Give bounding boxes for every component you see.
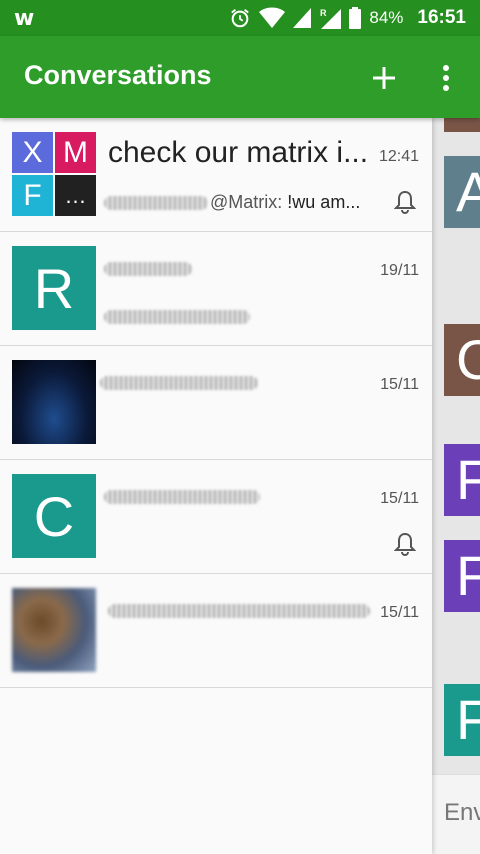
page-title: Conversations xyxy=(24,60,212,90)
avatar-letter: C xyxy=(456,328,480,391)
blurred-sender xyxy=(104,196,208,210)
avatar: A xyxy=(444,156,480,228)
overflow-menu-button[interactable] xyxy=(426,58,466,98)
blurred-title xyxy=(104,262,192,276)
avatar: C xyxy=(444,324,480,396)
roaming-signal-icon: R xyxy=(319,7,342,29)
message-input[interactable]: Env xyxy=(432,774,480,854)
new-conversation-button[interactable] xyxy=(364,58,404,98)
conversation-time: 15/11 xyxy=(380,490,419,507)
avatar: R xyxy=(12,246,96,330)
conversation-row[interactable]: 15/11 xyxy=(0,346,432,460)
avatar-photo xyxy=(12,360,96,444)
avatar: F xyxy=(444,540,480,612)
conversation-time: 19/11 xyxy=(380,262,419,279)
conversation-row[interactable]: R 19/11 xyxy=(0,232,432,346)
blurred-title xyxy=(104,490,260,504)
conversation-time: 15/11 xyxy=(380,376,419,393)
avatar-tile: X xyxy=(12,132,53,173)
muted-bell-icon xyxy=(394,190,416,214)
clock: 16:51 xyxy=(417,7,466,28)
plus-icon xyxy=(373,67,395,89)
preview-message: !wu am... xyxy=(287,192,361,212)
conversation-list: X M F … check our matrix i... 12:41 @Mat… xyxy=(0,118,432,854)
avatar: F xyxy=(444,444,480,516)
avatar-tile: … xyxy=(55,175,96,216)
preview-sender: @Matrix: xyxy=(210,192,283,212)
conversation-time: 12:41 xyxy=(378,148,419,165)
avatar-tile: M xyxy=(55,132,96,173)
blurred-title xyxy=(108,604,370,618)
signal-icon xyxy=(293,8,312,28)
avatar-tile: F xyxy=(12,175,53,216)
avatar-letter: F xyxy=(456,688,480,751)
conversation-time: 15/11 xyxy=(380,604,419,621)
avatar: C xyxy=(12,474,96,558)
app-logo-icon: w xyxy=(14,6,35,31)
avatar xyxy=(444,118,480,132)
svg-text:R: R xyxy=(320,8,327,18)
app-bar: Conversations xyxy=(0,36,480,118)
battery-icon xyxy=(349,7,362,29)
battery-level: 84% xyxy=(369,8,404,27)
avatar-letter: F xyxy=(456,448,480,511)
conversation-row[interactable]: 15/11 xyxy=(0,574,432,688)
conversation-row[interactable]: X M F … check our matrix i... 12:41 @Mat… xyxy=(0,118,432,232)
conversation-pane: A C F F F Env xyxy=(432,118,480,854)
alarm-icon xyxy=(229,7,251,29)
status-bar: w R 84% 16:51 xyxy=(0,0,480,36)
conversation-preview: @Matrix: !wu am... xyxy=(210,192,360,213)
group-avatar: X M F … xyxy=(12,132,96,216)
blurred-preview xyxy=(104,310,250,324)
conversation-row[interactable]: C 15/11 xyxy=(0,460,432,574)
wifi-icon xyxy=(259,7,286,29)
avatar: F xyxy=(444,684,480,756)
overflow-menu-icon xyxy=(443,65,449,91)
avatar-letter: F xyxy=(456,544,480,607)
blurred-title xyxy=(100,376,258,390)
avatar-letter: A xyxy=(456,160,480,223)
conversation-title: check our matrix i... xyxy=(108,136,369,169)
avatar-photo xyxy=(12,588,96,672)
muted-bell-icon xyxy=(394,532,416,556)
